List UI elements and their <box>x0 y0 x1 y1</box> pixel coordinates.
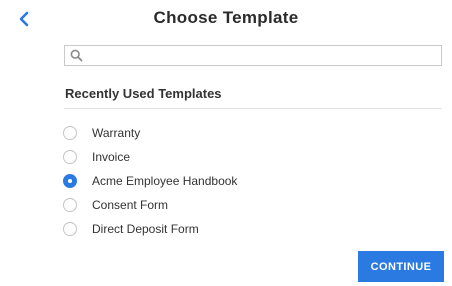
option-label: Direct Deposit Form <box>92 222 199 236</box>
option-label: Consent Form <box>92 198 169 212</box>
search-box[interactable] <box>64 45 442 66</box>
radio-button[interactable] <box>63 198 77 212</box>
radio-button[interactable] <box>63 150 77 164</box>
radio-button[interactable] <box>63 222 77 236</box>
continue-button[interactable]: CONTINUE <box>358 251 444 282</box>
option-label: Invoice <box>92 150 131 164</box>
radio-button[interactable] <box>63 126 77 140</box>
section-heading: Recently Used Templates <box>65 86 222 101</box>
option-label: Acme Employee Handbook <box>92 174 238 188</box>
radio-button-selected[interactable] <box>63 174 77 188</box>
search-icon <box>70 49 83 62</box>
divider <box>64 108 442 109</box>
option-label: Warranty <box>92 126 141 140</box>
search-input[interactable] <box>87 46 437 65</box>
page-title: Choose Template <box>153 8 299 27</box>
